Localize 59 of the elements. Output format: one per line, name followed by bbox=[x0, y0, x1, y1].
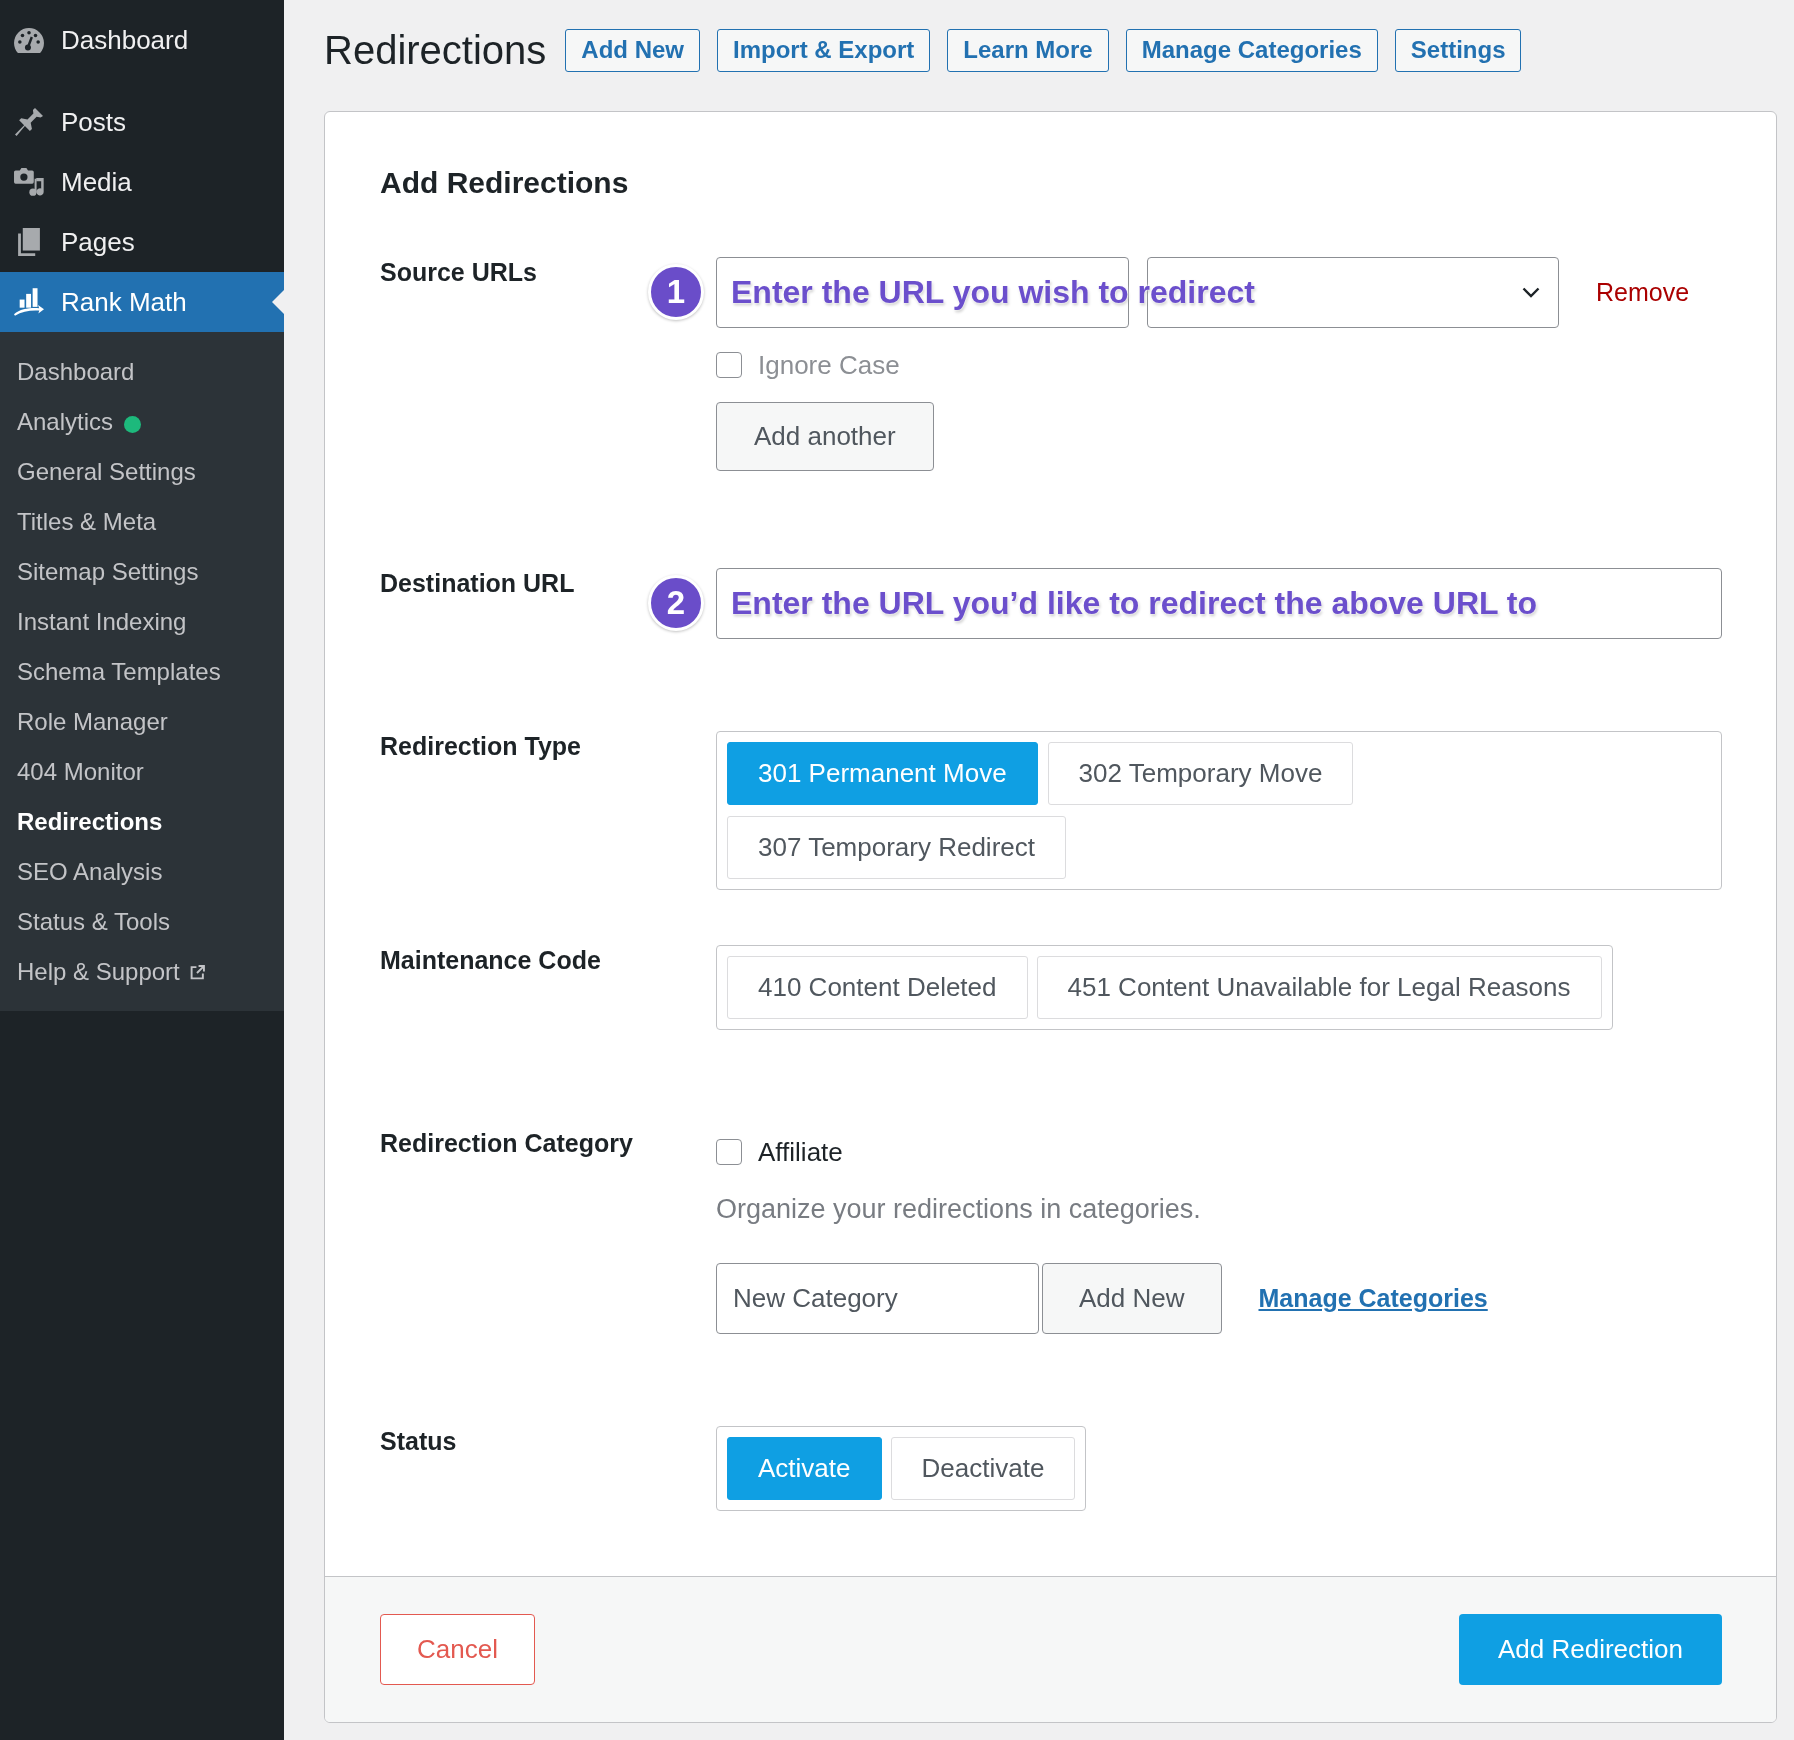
remove-link[interactable]: Remove bbox=[1596, 278, 1690, 307]
pages-icon bbox=[18, 228, 40, 256]
status-button[interactable]: Deactivate bbox=[890, 1437, 1076, 1500]
submenu-item[interactable]: Dashboard bbox=[0, 347, 284, 397]
gauge-icon bbox=[14, 27, 44, 53]
maintenance-code-button[interactable]: 451 Content Unavailable for Legal Reasons bbox=[1036, 956, 1602, 1019]
checkbox-label: Affiliate bbox=[758, 1136, 843, 1168]
submenu-item[interactable]: Instant Indexing bbox=[0, 597, 284, 647]
submenu-item[interactable]: Sitemap Settings bbox=[0, 547, 284, 597]
destination-url-field[interactable] bbox=[716, 568, 1722, 639]
submenu-item[interactable]: Redirections bbox=[0, 797, 284, 847]
menu-pointer-icon bbox=[272, 290, 284, 314]
submenu-item[interactable]: Titles & Meta bbox=[0, 497, 284, 547]
maintenance-code-button[interactable]: 410 Content Deleted bbox=[727, 956, 1028, 1019]
page-action-button[interactable]: Learn More bbox=[947, 28, 1109, 72]
submenu-item[interactable]: 404 Monitor bbox=[0, 747, 284, 797]
bar-chart-icon bbox=[14, 288, 44, 316]
submenu-item[interactable]: Help & Support bbox=[0, 947, 284, 997]
submenu-item[interactable]: General Settings bbox=[0, 447, 284, 497]
submenu-item[interactable]: Status & Tools bbox=[0, 897, 284, 947]
checkbox-label: Ignore Case bbox=[758, 349, 900, 381]
checkbox[interactable] bbox=[716, 352, 742, 378]
annotation-text: Enter the URL you’d like to redirect the above URL to bbox=[731, 586, 1538, 620]
page-action-button[interactable]: Import & Export bbox=[717, 28, 931, 72]
submenu-item[interactable]: Analytics bbox=[0, 397, 284, 447]
field-label: Destination URL bbox=[380, 568, 575, 598]
sidebar-menu-item[interactable]: Dashboard bbox=[0, 10, 284, 70]
card-heading: Add Redirections bbox=[380, 165, 630, 201]
submenu-item[interactable]: Schema Templates bbox=[0, 647, 284, 697]
field-label: Redirection Category bbox=[380, 1128, 633, 1158]
field-label: Maintenance Code bbox=[380, 945, 601, 975]
page-action-button[interactable]: Manage Categories bbox=[1125, 28, 1378, 72]
page-title: Redirections bbox=[324, 27, 547, 74]
page-action-button[interactable]: Add New bbox=[565, 28, 700, 72]
checkbox[interactable] bbox=[716, 1139, 742, 1165]
camera-note-icon bbox=[14, 168, 44, 196]
redirection-type-button[interactable]: 307 Temporary Redirect bbox=[727, 816, 1066, 879]
add-category-button[interactable]: Add New bbox=[1042, 1263, 1222, 1334]
submenu-item[interactable]: SEO Analysis bbox=[0, 847, 284, 897]
field-label: Source URLs bbox=[380, 257, 537, 287]
sidebar-menu-item[interactable]: Media bbox=[0, 152, 284, 212]
redirection-type-button[interactable]: 302 Temporary Move bbox=[1047, 742, 1354, 805]
cancel-button[interactable]: Cancel bbox=[380, 1614, 535, 1685]
submenu-item[interactable]: Role Manager bbox=[0, 697, 284, 747]
field-label: Redirection Type bbox=[380, 731, 581, 761]
add-another-button[interactable]: Add another bbox=[716, 402, 934, 471]
chevron-down-icon bbox=[1522, 287, 1540, 298]
field-label: Status bbox=[380, 1426, 457, 1456]
page-action-button[interactable]: Settings bbox=[1394, 28, 1522, 72]
sidebar-menu-item[interactable]: Posts bbox=[0, 92, 284, 152]
sidebar-menu-item[interactable]: Pages bbox=[0, 212, 284, 272]
sidebar-menu-item[interactable]: Rank Math bbox=[0, 272, 284, 332]
help-text: Organize your redirections in categories. bbox=[716, 1193, 1202, 1225]
pin-icon bbox=[15, 108, 43, 136]
manage-categories-link[interactable]: Manage Categories bbox=[1258, 1284, 1488, 1313]
new-category-field[interactable]: New Category bbox=[716, 1263, 1039, 1334]
step-badge: 1 bbox=[648, 264, 704, 320]
source-url-field[interactable] bbox=[716, 257, 1129, 328]
step-badge: 2 bbox=[648, 575, 704, 631]
